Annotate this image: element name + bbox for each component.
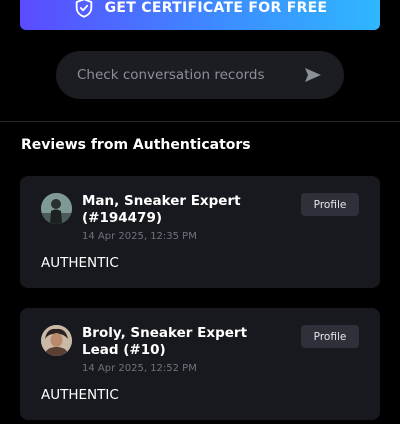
reviews-section-title: Reviews from Authenticators: [21, 137, 251, 153]
send-icon: [304, 66, 322, 84]
check-conversation-records-label: Check conversation records: [77, 67, 265, 83]
review-timestamp: 14 Apr 2025, 12:52 PM: [82, 363, 197, 374]
reviewer-name: Broly, Sneaker Expert Lead (#10): [82, 325, 248, 358]
review-timestamp: 14 Apr 2025, 12:35 PM: [82, 231, 197, 242]
check-conversation-records-button[interactable]: Check conversation records: [56, 51, 344, 99]
avatar[interactable]: [41, 193, 72, 224]
review-verdict: AUTHENTIC: [41, 255, 119, 271]
reviewer-name: Man, Sneaker Expert (#194479): [82, 193, 241, 226]
review-verdict: AUTHENTIC: [41, 387, 119, 403]
review-card: Broly, Sneaker Expert Lead (#10) 14 Apr …: [20, 308, 380, 420]
section-divider: [0, 121, 400, 122]
get-certificate-button[interactable]: GET CERTIFICATE FOR FREE: [20, 0, 380, 30]
shield-check-icon: [73, 0, 95, 19]
profile-button[interactable]: Profile: [301, 193, 359, 216]
profile-button[interactable]: Profile: [301, 325, 359, 348]
get-certificate-label: GET CERTIFICATE FOR FREE: [104, 0, 328, 16]
avatar[interactable]: [41, 325, 72, 356]
review-card: Man, Sneaker Expert (#194479) 14 Apr 202…: [20, 176, 380, 288]
